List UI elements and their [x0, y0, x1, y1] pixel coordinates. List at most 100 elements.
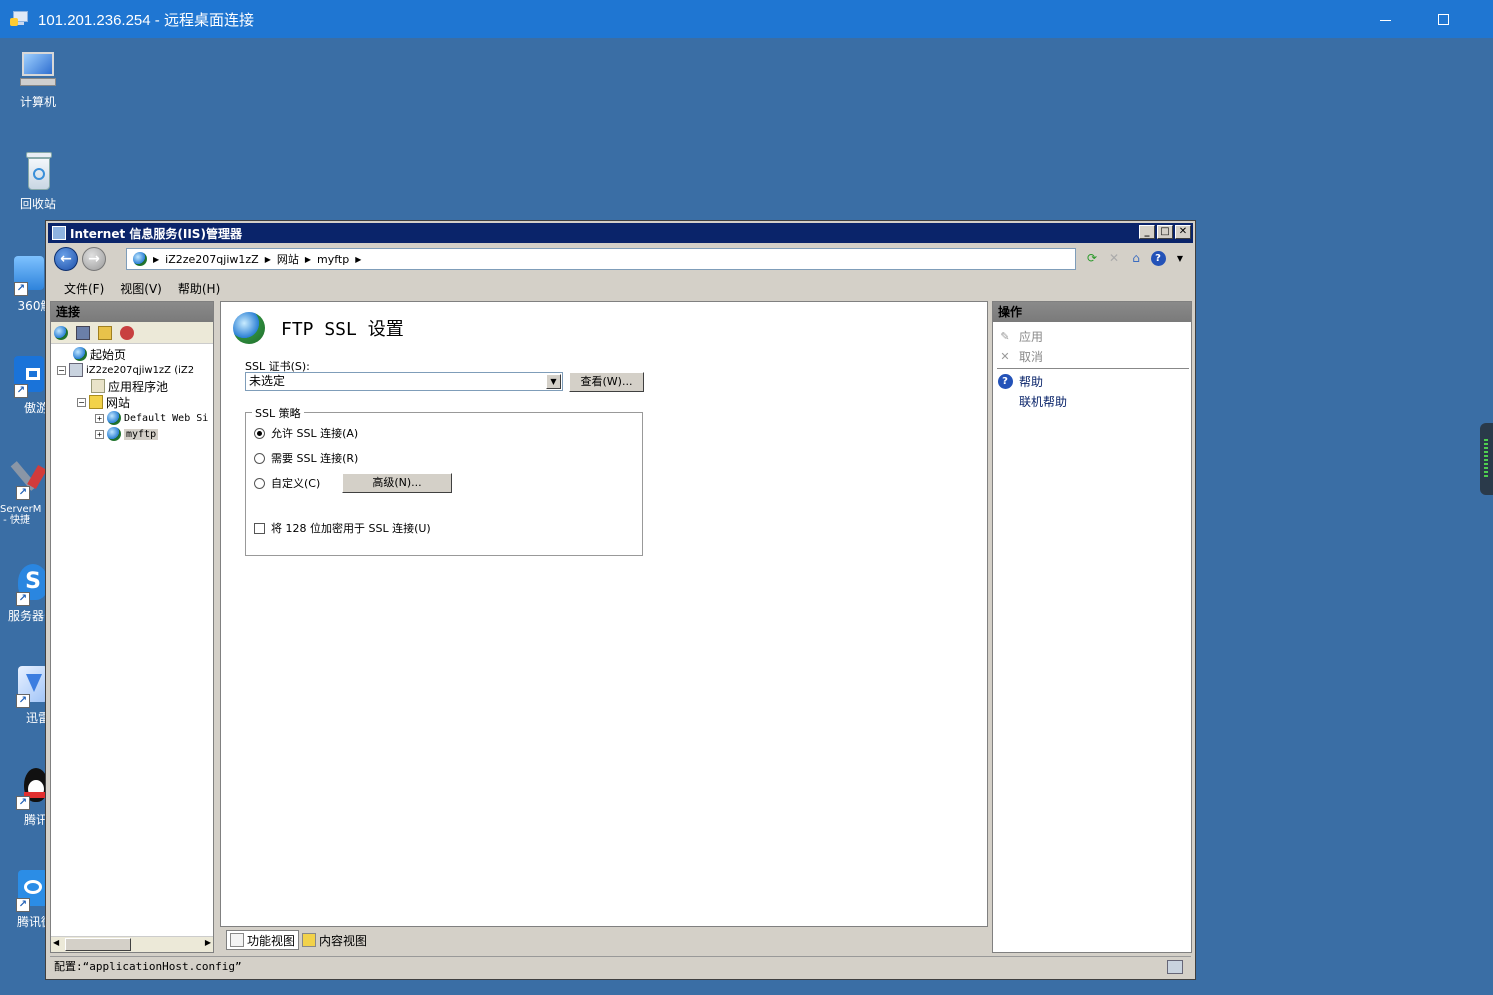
globe-icon	[133, 252, 147, 266]
back-arrow-icon: ←	[60, 251, 72, 267]
qq-penguin-icon: ↗	[2, 766, 50, 810]
checkbox-128bit[interactable]: 将 128 位加密用于 SSL 连接(U)	[254, 520, 431, 536]
desktop-icon-computer[interactable]: 计算机	[0, 48, 76, 109]
tools-icon: ↗	[2, 456, 47, 500]
forward-arrow-icon: →	[88, 251, 100, 267]
status-bar: 配置:“applicationHost.config”	[50, 956, 1191, 977]
rdp-title-bar: 101.201.236.254 - 远程桌面连接	[0, 0, 1493, 38]
desktop-icon-recycle-bin[interactable]: 回收站	[0, 150, 76, 211]
chevron-down-icon[interactable]: ▼	[1172, 250, 1188, 266]
side-panel-handle[interactable]	[1480, 423, 1493, 495]
checkbox-unchecked-icon[interactable]	[254, 522, 265, 534]
folder-icon: ↗	[0, 252, 44, 296]
tree-item-start-page[interactable]: 起始页	[73, 346, 126, 362]
site-globe-icon	[107, 427, 121, 441]
radio-allow-ssl[interactable]: 允许 SSL 连接(A)	[254, 425, 358, 441]
refresh-icon[interactable]: ⟳	[1084, 250, 1100, 266]
address-bar[interactable]: ▶ iZ2ze207qjiw1zZ ▶ 网站 ▶ myftp ▶	[126, 248, 1076, 270]
collapse-icon[interactable]: −	[57, 365, 66, 375]
connections-horizontal-scrollbar[interactable]: ◀ ▶	[51, 936, 213, 952]
nav-toolbar: ⟳ ✕ ⌂ ? ▼	[1084, 250, 1188, 266]
radio-selected-icon[interactable]	[254, 427, 265, 439]
ssl-certificate-select[interactable]: 未选定 ▼	[245, 372, 563, 391]
minimize-icon	[1379, 19, 1391, 21]
iis-maximize-button[interactable]: □	[1157, 225, 1173, 239]
shortcut-arrow-icon: ↗	[16, 796, 30, 810]
forward-button[interactable]: →	[82, 247, 106, 271]
view-certificate-button[interactable]: 查看(W)...	[569, 372, 644, 392]
view-tabs: 功能视图 内容视图	[226, 930, 370, 950]
back-button[interactable]: ←	[54, 247, 78, 271]
network-status-icon	[1167, 960, 1183, 974]
menu-help[interactable]: 帮助(H)	[170, 280, 228, 297]
cancel-icon: ✕	[1000, 350, 1010, 363]
ssl-policy-group: SSL 策略 允许 SSL 连接(A) 需要 SSL 连接(R) 自定义(C) …	[245, 405, 643, 556]
content-view-icon	[302, 933, 317, 947]
shortcut-arrow-icon: ↗	[16, 486, 30, 500]
up-folder-icon[interactable]	[98, 325, 112, 340]
connections-panel: 连接 起始页 − iZ2ze207qjiw1zZ (iZ2 应用程序池 − 网站…	[50, 301, 214, 953]
apply-icon: ✎	[1000, 330, 1010, 343]
tree-item-myftp[interactable]: + myftp	[95, 426, 159, 442]
iis-close-button[interactable]: ✕	[1175, 225, 1191, 239]
server-icon	[69, 363, 83, 377]
connect-icon[interactable]	[54, 325, 68, 340]
breadcrumb-site[interactable]: myftp	[317, 253, 349, 266]
iis-minimize-button[interactable]: _	[1139, 225, 1155, 239]
shortcut-arrow-icon: ↗	[14, 282, 28, 296]
radio-unselected-icon[interactable]	[254, 452, 265, 464]
action-help[interactable]: ? 帮助	[997, 373, 1043, 390]
start-page-icon	[73, 347, 87, 361]
page-header: FTP SSL 设置	[233, 312, 404, 344]
action-online-help[interactable]: 联机帮助	[1019, 393, 1067, 410]
action-cancel[interactable]: ✕ 取消	[997, 348, 1043, 365]
rdp-window-title: 101.201.236.254 - 远程桌面连接	[38, 11, 254, 29]
sites-folder-icon	[89, 395, 103, 409]
scroll-right-icon[interactable]: ▶	[205, 938, 211, 947]
help-dropdown-icon[interactable]: ?	[1150, 250, 1166, 266]
breadcrumb-host[interactable]: iZ2ze207qjiw1zZ	[165, 253, 259, 266]
stop-icon[interactable]: ✕	[1106, 250, 1122, 266]
radio-unselected-icon[interactable]	[254, 477, 265, 489]
menu-file[interactable]: 文件(F)	[56, 280, 112, 297]
features-view-icon	[230, 933, 244, 947]
radio-custom[interactable]: 自定义(C)	[254, 475, 320, 491]
security-shield-icon: S ↗	[2, 562, 48, 606]
tree-item-server[interactable]: − iZ2ze207qjiw1zZ (iZ2	[57, 362, 194, 378]
site-globe-icon	[107, 411, 121, 425]
rdp-maximize-button[interactable]	[1420, 0, 1466, 38]
remote-desktop-icon	[10, 9, 30, 29]
actions-divider	[997, 368, 1189, 369]
computer-icon	[16, 48, 60, 92]
iis-window-title: Internet 信息服务(IIS)管理器	[70, 226, 242, 241]
menu-bar: 文件(F) 视图(V) 帮助(H)	[48, 277, 228, 299]
radio-require-ssl[interactable]: 需要 SSL 连接(R)	[254, 450, 358, 466]
tab-features-view[interactable]: 功能视图	[226, 930, 300, 950]
action-apply[interactable]: ✎ 应用	[997, 328, 1043, 345]
collapse-icon[interactable]: −	[77, 397, 86, 407]
tree-item-sites[interactable]: − 网站	[77, 394, 130, 410]
breadcrumb-arrow-icon: ▶	[153, 254, 160, 264]
tree-item-default-site[interactable]: + Default Web Si	[95, 410, 208, 426]
chevron-down-icon[interactable]: ▼	[546, 374, 561, 389]
advanced-button[interactable]: 高级(N)...	[342, 473, 452, 493]
tree-item-app-pools[interactable]: 应用程序池	[91, 378, 168, 394]
menu-view[interactable]: 视图(V)	[112, 280, 170, 297]
app-pool-icon	[91, 379, 105, 393]
home-icon[interactable]: ⌂	[1128, 250, 1144, 266]
ssl-policy-legend: SSL 策略	[252, 405, 304, 421]
save-icon[interactable]	[76, 325, 90, 340]
breadcrumb-sites[interactable]: 网站	[277, 251, 299, 267]
expand-icon[interactable]: +	[95, 413, 104, 423]
expand-icon[interactable]: +	[95, 429, 104, 439]
rdp-minimize-button[interactable]	[1362, 0, 1408, 38]
scrollbar-thumb[interactable]	[65, 938, 131, 951]
disconnect-icon[interactable]	[120, 325, 134, 340]
weiyun-cloud-icon: ↗	[2, 868, 48, 912]
actions-header: 操作	[993, 302, 1191, 322]
scroll-left-icon[interactable]: ◀	[53, 938, 59, 947]
iis-manager-window: Internet 信息服务(IIS)管理器 _ □ ✕ ← → ▶ iZ2ze2…	[45, 220, 1196, 980]
tab-content-view[interactable]: 内容视图	[299, 930, 370, 950]
ftp-ssl-settings-panel: FTP SSL 设置 SSL 证书(S): 未选定 ▼ 查看(W)... SSL…	[220, 301, 988, 927]
status-config-text: 配置:“applicationHost.config”	[54, 960, 242, 973]
